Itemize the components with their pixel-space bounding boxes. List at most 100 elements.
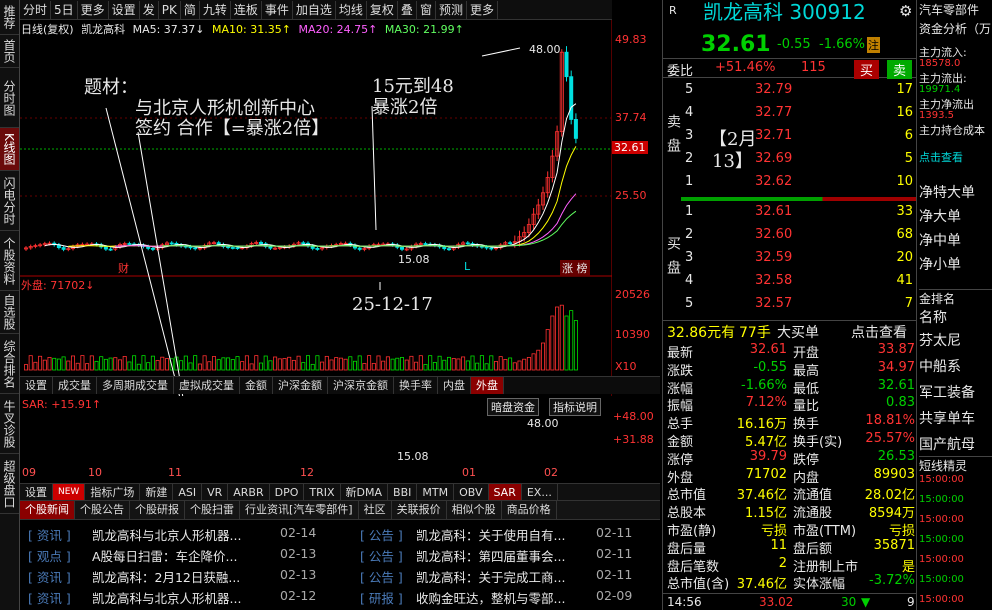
rank-item[interactable]: 军工装备: [919, 382, 975, 402]
toolbar-button[interactable]: 发: [140, 0, 159, 19]
toolbar-button[interactable]: 叠: [398, 0, 417, 19]
sidebar-item[interactable]: 个股资料: [0, 231, 19, 291]
toolbar-button[interactable]: 窗: [417, 0, 436, 19]
sell-button[interactable]: 卖: [887, 60, 913, 79]
sidebar-item[interactable]: 综合排名: [0, 334, 19, 394]
rank-item[interactable]: 芬太尼: [919, 330, 961, 350]
news-tab[interactable]: 个股扫雷: [185, 501, 240, 519]
subtab[interactable]: 内盘: [438, 377, 471, 394]
toolbar-button[interactable]: 加自选: [293, 0, 336, 19]
subtab[interactable]: 沪深京金额: [328, 377, 394, 394]
indicator-tab[interactable]: OBV: [454, 484, 489, 500]
ask-row[interactable]: 1 32.62 10: [663, 174, 917, 194]
toolbar-button[interactable]: 连板: [231, 0, 262, 19]
subtab[interactable]: 成交量: [53, 377, 97, 394]
indicator-tab[interactable]: 新DMA: [341, 484, 389, 500]
subtab[interactable]: 沪深金额: [273, 377, 328, 394]
toolbar-button[interactable]: 九转: [200, 0, 231, 19]
news-tab[interactable]: 关联报价: [392, 501, 447, 519]
news-row[interactable]: [ 资讯 ] 凯龙高科：2月12日获融... 02-13 [ 公告 ] 凯龙高科：关于完…: [20, 567, 660, 588]
news-row[interactable]: [ 资讯 ] 凯龙高科与北京人形机器... 02-12 [ 研报 ] 收购金旺达，整机与…: [20, 588, 660, 609]
news-h1[interactable]: 凯龙高科与北京人形机器...: [92, 588, 288, 607]
subtab[interactable]: 设置: [20, 377, 53, 394]
indicator-tab[interactable]: ARBR: [228, 484, 270, 500]
indicator-tab[interactable]: 设置: [20, 484, 53, 500]
sidebar-item[interactable]: 牛叉诊股: [0, 394, 19, 454]
indicator-tab[interactable]: NEW: [53, 484, 86, 500]
news-h1[interactable]: A股每日扫雷：车企降价...: [92, 546, 288, 565]
news-tab[interactable]: 个股公告: [75, 501, 130, 519]
subtab[interactable]: 外盘: [471, 377, 504, 394]
toolbar-button[interactable]: 复权: [367, 0, 398, 19]
news-row[interactable]: [ 资讯 ] 凯龙高科与北京人形机器... 02-14 [ 公告 ] 凯龙高科：关于使用…: [20, 525, 660, 546]
sidebar-item[interactable]: 闪电分时: [0, 171, 19, 231]
news-h1[interactable]: 凯龙高科与北京人形机器...: [92, 525, 288, 544]
dark-fund-button[interactable]: 暗盘资金: [487, 398, 539, 416]
toolbar-button[interactable]: 事件: [262, 0, 293, 19]
news-tab[interactable]: 个股研报: [130, 501, 185, 519]
bid-row[interactable]: 2 32.60 68: [663, 227, 917, 247]
sidebar-item[interactable]: 推荐: [0, 0, 19, 35]
sidebar-item[interactable]: 自选股: [0, 291, 19, 334]
indicator-tab[interactable]: MTM: [417, 484, 455, 500]
fund-item[interactable]: 净小单: [919, 254, 961, 274]
bid-row[interactable]: 1 32.61 33: [663, 204, 917, 224]
fund-link[interactable]: 点击查看: [919, 149, 963, 165]
news-tab[interactable]: 行业资讯[汽车零部件]: [240, 501, 359, 519]
toolbar-button[interactable]: 预测: [436, 0, 467, 19]
sidebar-item[interactable]: 超级盘口: [0, 454, 19, 514]
gear-icon[interactable]: ⚙: [899, 2, 912, 20]
indicator-tab[interactable]: 新建: [140, 484, 174, 500]
news-tab[interactable]: 相似个股: [447, 501, 502, 519]
toolbar-button[interactable]: 设置: [109, 0, 140, 19]
rank-item[interactable]: 中船系: [919, 356, 961, 376]
sidebar-item[interactable]: 首页: [0, 35, 19, 68]
indicator-tab[interactable]: 指标广场: [85, 484, 141, 500]
subtab[interactable]: 换手率: [394, 377, 438, 394]
indicator-tab[interactable]: SAR: [488, 484, 522, 500]
sidebar-item[interactable]: K线图: [0, 128, 19, 171]
ask-row[interactable]: 5 32.79 17: [663, 82, 917, 102]
toolbar-button[interactable]: PK: [159, 0, 181, 19]
news-tab[interactable]: 个股新闻: [20, 501, 75, 519]
buy-button[interactable]: 买: [854, 60, 880, 79]
news-row[interactable]: [ 观点 ] A股每日扫雷：车企降价... 02-13 [ 公告 ] 凯龙高科：第四届董…: [20, 546, 660, 567]
indicator-tab[interactable]: ASI: [173, 484, 203, 500]
indicator-tab[interactable]: VR: [202, 484, 229, 500]
news-h2[interactable]: 凯龙高科：第四届董事会...: [416, 546, 592, 565]
indicator-tab[interactable]: EX...: [522, 484, 558, 500]
bigorder-link[interactable]: 点击查看: [851, 322, 907, 342]
bid-row[interactable]: 4 32.58 41: [663, 273, 917, 293]
news-h1[interactable]: 凯龙高科：2月12日获融...: [92, 567, 288, 586]
news-h2[interactable]: 凯龙高科：关于完成工商...: [416, 567, 592, 586]
toolbar-button[interactable]: 更多: [78, 0, 109, 19]
toolbar-button[interactable]: 更多: [467, 0, 498, 19]
fund-item[interactable]: 净中单: [919, 230, 961, 250]
news-tab[interactable]: 社区: [359, 501, 392, 519]
news-h2[interactable]: 凯龙高科：关于使用自有...: [416, 525, 592, 544]
news-tab[interactable]: 商品价格: [502, 501, 557, 519]
rank-item[interactable]: 共享单车: [919, 408, 975, 428]
fund-item[interactable]: 净大单: [919, 206, 961, 226]
ask-row[interactable]: 2 32.69 5: [663, 151, 917, 171]
volume-bar: [221, 357, 226, 371]
fund-item[interactable]: 净特大单: [919, 182, 975, 202]
toolbar-button[interactable]: 5日: [51, 0, 78, 19]
sidebar-item[interactable]: 分时图: [0, 68, 19, 128]
ask-row[interactable]: 4 32.77 16: [663, 105, 917, 125]
toolbar-button[interactable]: 简: [181, 0, 200, 19]
indicator-tab[interactable]: DPO: [270, 484, 305, 500]
toolbar-button[interactable]: 均线: [336, 0, 367, 19]
bid-row[interactable]: 5 32.57 7: [663, 296, 917, 316]
subtab[interactable]: 多周期成交量: [97, 377, 174, 394]
indicator-tab[interactable]: BBI: [388, 484, 418, 500]
ask-row[interactable]: 3 32.71 6: [663, 128, 917, 148]
subtab[interactable]: 虚拟成交量: [174, 377, 240, 394]
indicator-help-button[interactable]: 指标说明: [549, 398, 601, 416]
rank-item[interactable]: 国产航母: [919, 434, 975, 454]
indicator-tab[interactable]: TRIX: [304, 484, 341, 500]
toolbar-button[interactable]: 分时: [20, 0, 52, 19]
news-h2[interactable]: 收购金旺达，整机与零部...: [416, 588, 592, 607]
bid-row[interactable]: 3 32.59 20: [663, 250, 917, 270]
subtab[interactable]: 金额: [240, 377, 273, 394]
